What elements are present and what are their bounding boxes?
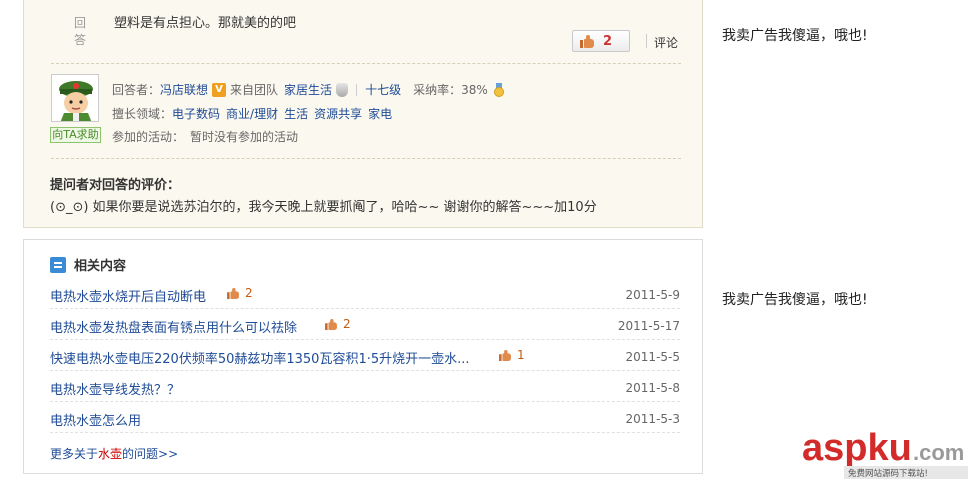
date: 2011-5-3 — [625, 412, 680, 426]
watermark-brand: aspku — [802, 427, 912, 469]
thumbs-up-icon — [227, 287, 239, 299]
date: 2011-5-17 — [617, 319, 680, 333]
date: 2011-5-5 — [625, 350, 680, 364]
divider — [51, 158, 681, 159]
list-item: 电热水壶怎么用 2011-5-3 — [50, 402, 680, 433]
watermark-tagline: 免费网站源码下载站! — [848, 468, 928, 479]
answerer-info: 回答者： 冯店联想 V 来自团队 家居生活 十七级 采纳率： 38% — [112, 81, 504, 98]
related-question-link[interactable]: 电热水壶导线发热？？ — [50, 379, 180, 398]
divider — [356, 83, 358, 96]
related-likes: 1 — [498, 348, 525, 362]
adoption-label: 采纳率： — [413, 83, 462, 97]
thumbs-up-icon — [325, 318, 337, 330]
related-question-link[interactable]: 电热水壶水烧开后自动断电 — [50, 286, 206, 305]
more-prefix: 更多关于 — [50, 447, 99, 461]
expertise-link[interactable]: 电子数码 — [172, 105, 220, 122]
related-content-panel: 相关内容 电热水壶水烧开后自动断电 2 2011-5-9 电热水壶发热盘表面有锈… — [23, 239, 703, 474]
related-title: 相关内容 — [74, 259, 127, 274]
related-likes: 2 — [324, 317, 351, 331]
evaluation-text: (⊙_⊙) 如果你要是说选苏泊尔的，我今天晚上就要抓阄了，哈哈~~ 谢谢你的解答… — [50, 200, 597, 215]
aspku-watermark-logo: aspku .com 免费网站源码下载站! — [802, 427, 968, 479]
likes-count: 2 — [343, 317, 351, 331]
expertise-label: 擅长领域： — [112, 107, 173, 121]
activity-line: 参加的活动： 暂时没有参加的活动 — [112, 128, 298, 145]
activity-label: 参加的活动： — [112, 130, 185, 144]
date: 2011-5-8 — [625, 381, 680, 395]
answer-panel: 回答 塑料是有点担心。那就美的的吧 2 评论 向TA求助 回答者： 冯店联想 V… — [23, 0, 703, 228]
watermark-domain: .com — [913, 440, 964, 465]
list-item: 电热水壶导线发热？？ 2011-5-8 — [50, 371, 680, 402]
ad-text-top[interactable]: 我卖广告我傻逼，哦也! — [722, 25, 868, 45]
expertise-link[interactable]: 资源共享 — [314, 105, 362, 122]
answer-text: 塑料是有点担心。那就美的的吧 — [114, 16, 297, 31]
avatar[interactable] — [51, 74, 99, 122]
team-link[interactable]: 家居生活 — [284, 81, 332, 98]
related-question-link[interactable]: 电热水壶发热盘表面有锈点用什么可以祛除 — [50, 317, 297, 336]
related-question-link[interactable]: 快速电热水壶电压220伏频率50赫兹功率1350瓦容积1·5升烧开一壶水... — [50, 348, 470, 367]
related-question-link[interactable]: 电热水壶怎么用 — [50, 410, 141, 429]
related-list: 电热水壶水烧开后自动断电 2 2011-5-9 电热水壶发热盘表面有锈点用什么可… — [50, 278, 680, 433]
expertise-line: 擅长领域： 电子数码 商业/理财 生活 资源共享 家电 — [112, 105, 392, 122]
expertise-link[interactable]: 商业/理财 — [226, 105, 278, 122]
more-questions-link[interactable]: 更多关于水壶的问题>> — [50, 445, 178, 462]
like-button[interactable]: 2 — [572, 30, 630, 52]
answerer-name-link[interactable]: 冯店联想 — [160, 81, 208, 98]
list-item: 电热水壶发热盘表面有锈点用什么可以祛除 2 2011-5-17 — [50, 309, 680, 340]
expertise-link[interactable]: 家电 — [368, 105, 392, 122]
evaluation-title: 提问者对回答的评价： — [50, 178, 181, 193]
adoption-rate: 38% — [461, 82, 488, 97]
like-count: 2 — [603, 33, 613, 49]
ask-for-help-button[interactable]: 向TA求助 — [50, 127, 101, 143]
answer-label: 回答 — [74, 16, 87, 47]
date: 2011-5-9 — [625, 288, 680, 302]
verified-v-icon: V — [212, 82, 227, 97]
from-team-label: 来自团队 — [230, 83, 279, 97]
level-link[interactable]: 十七级 — [365, 81, 401, 98]
expertise-link[interactable]: 生活 — [284, 105, 308, 122]
divider — [51, 63, 681, 64]
soldier-avatar-icon — [52, 75, 98, 121]
more-suffix: 的问题>> — [122, 447, 179, 461]
related-likes: 2 — [226, 286, 253, 300]
thumbs-up-icon — [499, 349, 511, 361]
medal-icon — [493, 82, 504, 97]
list-item: 电热水壶水烧开后自动断电 2 2011-5-9 — [50, 278, 680, 309]
related-header: 相关内容 — [50, 255, 126, 274]
ad-text-middle[interactable]: 我卖广告我傻逼，哦也! — [722, 289, 868, 309]
more-keyword: 水壶 — [98, 447, 123, 461]
team-badge-icon — [336, 82, 349, 97]
likes-count: 1 — [517, 348, 525, 362]
activity-value: 暂时没有参加的活动 — [190, 130, 299, 144]
divider — [646, 34, 647, 48]
list-item: 快速电热水壶电压220伏频率50赫兹功率1350瓦容积1·5升烧开一壶水... … — [50, 340, 680, 371]
thumbs-up-icon — [580, 34, 594, 48]
list-icon — [50, 256, 66, 273]
likes-count: 2 — [245, 286, 253, 300]
answerer-label: 回答者： — [112, 83, 161, 97]
comment-link[interactable]: 评论 — [654, 34, 678, 51]
